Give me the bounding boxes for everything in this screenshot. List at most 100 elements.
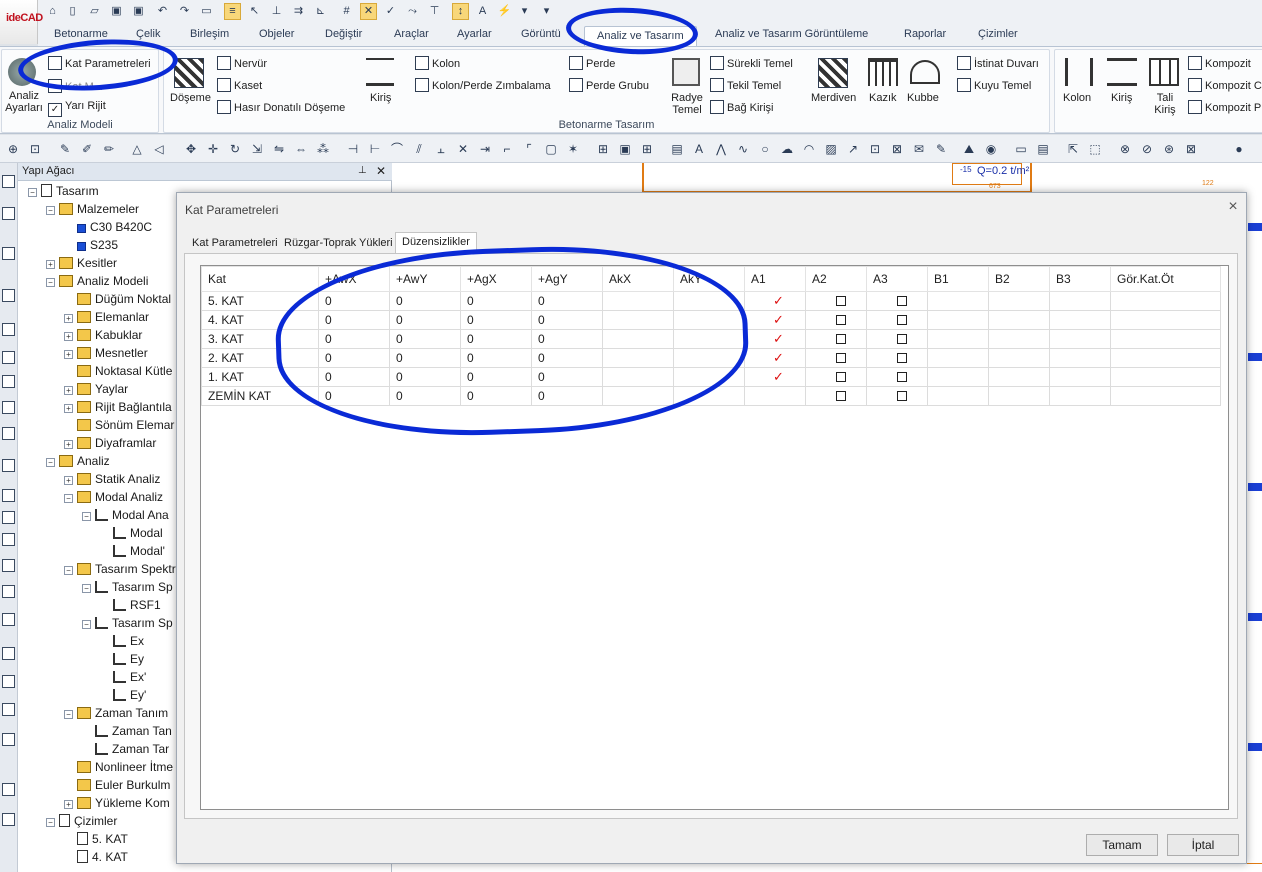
value-cell[interactable]: [1049, 291, 1111, 311]
tab-birlesim[interactable]: Birleşim: [190, 28, 229, 40]
delete-all-icon[interactable]: ⊠: [1184, 142, 1198, 156]
tree-node[interactable]: + Elemanlar: [64, 309, 149, 325]
measure-icon[interactable]: ⊞: [596, 142, 610, 156]
tree-node[interactable]: RSF1: [100, 597, 161, 613]
tree-node[interactable]: − Analiz Modeli: [46, 273, 148, 289]
mirror-icon[interactable]: ⇋: [272, 142, 286, 156]
value-cell[interactable]: [1049, 386, 1111, 406]
value-cell[interactable]: [1110, 329, 1221, 349]
checkbox-cell[interactable]: [866, 291, 928, 311]
line-icon[interactable]: ⤳: [404, 3, 421, 20]
strip-tool-icon[interactable]: [2, 351, 15, 364]
kiris-button[interactable]: Kiriş: [370, 92, 391, 104]
tree-node[interactable]: Nonlineer İtme: [64, 759, 173, 775]
tree-node[interactable]: + Statik Analiz: [64, 471, 160, 487]
zoom-icon[interactable]: ⊕: [6, 142, 20, 156]
checkmark-icon[interactable]: ✓: [773, 350, 784, 365]
tree-node[interactable]: Modal': [100, 543, 165, 559]
spline-icon[interactable]: ∿: [736, 142, 750, 156]
layers-icon[interactable]: ≡: [224, 3, 241, 20]
tab-degistir[interactable]: Değiştir: [325, 28, 362, 40]
tree-node[interactable]: Euler Burkulm: [64, 777, 170, 793]
kuyu-temel-button[interactable]: Kuyu Temel: [957, 78, 1031, 92]
tab-raporlar[interactable]: Raporlar: [904, 28, 946, 40]
tree-node[interactable]: − Malzemeler: [46, 201, 139, 217]
nervur-button[interactable]: Nervür: [217, 56, 267, 70]
grid-snap-icon[interactable]: #: [338, 3, 355, 20]
strip-tool-icon[interactable]: [2, 675, 15, 688]
elevation-icon[interactable]: ↕: [452, 3, 469, 20]
text-style-icon[interactable]: A: [474, 3, 491, 20]
collapse-icon[interactable]: −: [82, 584, 91, 593]
checkbox-cell[interactable]: [866, 329, 928, 349]
checkbox-cell[interactable]: [805, 386, 867, 406]
note-icon[interactable]: ✉: [912, 142, 926, 156]
tab-ayarlar[interactable]: Ayarlar: [457, 28, 492, 40]
kompozit-p-button[interactable]: Kompozit P: [1188, 100, 1261, 114]
checkbox-icon[interactable]: [836, 296, 846, 306]
close-icon[interactable]: ✕: [376, 164, 386, 178]
tab-betonarme[interactable]: Betonarme: [54, 28, 108, 40]
fillet-icon[interactable]: ⌒: [390, 142, 404, 156]
tab-kat-parametreleri[interactable]: Kat Parametreleri: [186, 234, 284, 253]
tab-analiz-ve-tasarim-goruntuleme[interactable]: Analiz ve Tasarım Görüntüleme: [715, 28, 868, 40]
select-window-icon[interactable]: ⬚: [1088, 142, 1102, 156]
customize-icon[interactable]: ▾: [538, 3, 555, 20]
checkbox-icon[interactable]: [836, 391, 846, 401]
tree-node[interactable]: 5. KAT: [64, 831, 128, 847]
dimension-icon[interactable]: ⊾: [312, 3, 329, 20]
checkbox-cell[interactable]: [866, 348, 928, 368]
tab-ruzgar-toprak[interactable]: Rüzgar-Toprak Yükleri: [278, 234, 399, 253]
home-icon[interactable]: ⌂: [44, 3, 61, 20]
checkbox-icon[interactable]: [897, 353, 907, 363]
perde-grubu-button[interactable]: Perde Grubu: [569, 78, 649, 92]
pen-icon[interactable]: ✎: [58, 142, 72, 156]
strip-tool-icon[interactable]: [2, 703, 15, 716]
edit-text-icon[interactable]: ✎: [934, 142, 948, 156]
expand-icon[interactable]: +: [64, 800, 73, 809]
new-file-icon[interactable]: ▯: [64, 3, 81, 20]
tree-node[interactable]: Sönüm Elemar: [64, 417, 174, 433]
tree-node[interactable]: + Yükleme Kom: [64, 795, 170, 811]
tree-node[interactable]: − Zaman Tanım: [64, 705, 168, 721]
value-cell[interactable]: [988, 291, 1050, 311]
strip-tool-icon[interactable]: [2, 175, 15, 188]
strip-tool-icon[interactable]: [2, 489, 15, 502]
brush-icon[interactable]: ✐: [80, 142, 94, 156]
ok-button[interactable]: Tamam: [1086, 834, 1158, 856]
hasir-button[interactable]: Hasır Donatılı Döşeme: [217, 100, 345, 114]
frame-icon[interactable]: ▢: [544, 142, 558, 156]
strip-tool-icon[interactable]: [2, 647, 15, 660]
insert-icon[interactable]: ⊠: [890, 142, 904, 156]
open-folder-icon[interactable]: ▱: [86, 3, 103, 20]
tree-node[interactable]: − Tasarım: [28, 183, 99, 199]
value-cell[interactable]: [927, 386, 989, 406]
value-cell[interactable]: [988, 348, 1050, 368]
strip-tool-icon[interactable]: [2, 585, 15, 598]
marker-icon[interactable]: ✏: [102, 142, 116, 156]
checkmark-icon[interactable]: ✓: [773, 369, 784, 384]
terrain-icon[interactable]: ⛰: [962, 142, 976, 156]
save-icon[interactable]: ▣: [108, 3, 125, 20]
column-header[interactable]: Kat: [201, 266, 319, 292]
checkbox-cell[interactable]: ✓: [744, 367, 806, 387]
tree-node[interactable]: + Kesitler: [46, 255, 117, 271]
collapse-icon[interactable]: −: [28, 188, 37, 197]
perde-button[interactable]: Perde: [569, 56, 615, 70]
strip-tool-icon[interactable]: [2, 323, 15, 336]
analiz-ayarlari-button[interactable]: Analiz Ayarları: [4, 90, 44, 114]
collapse-icon[interactable]: −: [82, 620, 91, 629]
tab-goruntu[interactable]: Görüntü: [521, 28, 561, 40]
checkbox-cell[interactable]: [805, 329, 867, 349]
join-icon[interactable]: ⫠: [434, 142, 448, 156]
close-icon[interactable]: ×: [1225, 199, 1241, 215]
column-header[interactable]: A2: [805, 266, 867, 292]
value-cell[interactable]: [1049, 329, 1111, 349]
tree-node[interactable]: C30 B420C: [64, 219, 152, 235]
kompozit-c-button[interactable]: Kompozit C: [1188, 78, 1262, 92]
value-cell[interactable]: [988, 386, 1050, 406]
strip-tool-icon[interactable]: [2, 813, 15, 826]
expand-icon[interactable]: +: [64, 440, 73, 449]
offset-icon[interactable]: ⇥: [478, 142, 492, 156]
tree-node[interactable]: Ex: [100, 633, 144, 649]
